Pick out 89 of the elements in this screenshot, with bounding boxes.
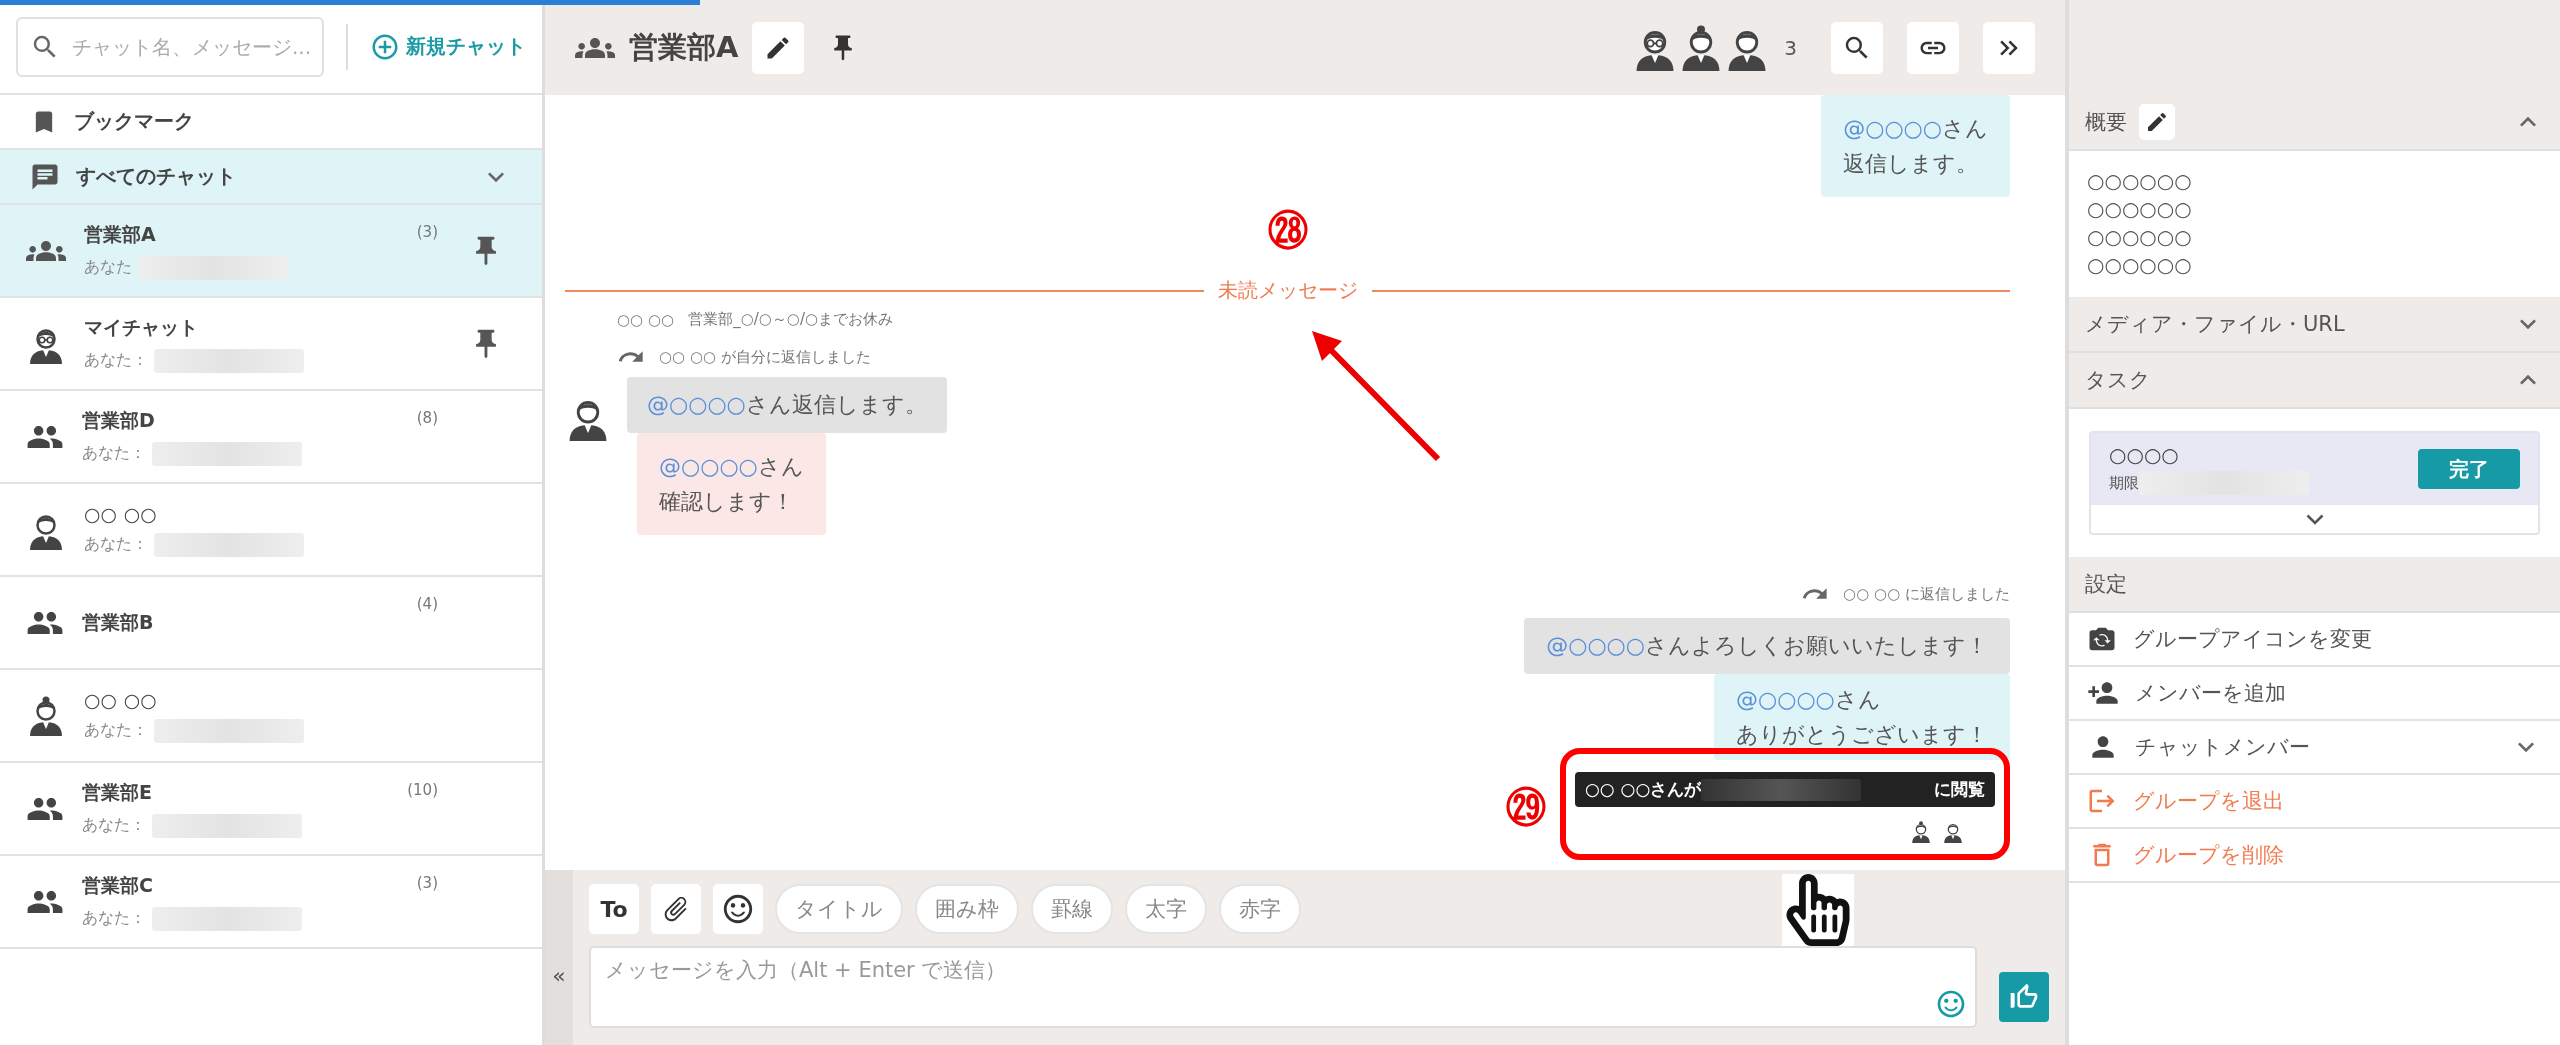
section-title: メディア・ファイル・URL xyxy=(2085,311,2345,338)
member-count: 3 xyxy=(1784,35,1797,60)
nav-label: ブックマーク xyxy=(74,108,195,135)
settings-item[interactable]: メンバーを追加 xyxy=(2069,667,2560,721)
search-button[interactable] xyxy=(1831,21,1883,74)
unread-divider-label: 未読メッセージ xyxy=(1217,277,1358,305)
chat-preview: あなた xyxy=(84,257,132,278)
settings-label: グループを退出 xyxy=(2133,789,2284,813)
all-chats-row[interactable]: すべてのチャット xyxy=(0,150,542,205)
reply-note: ○○ ○○ に返信しました xyxy=(1843,584,2010,604)
chevron-down-icon[interactable] xyxy=(2305,513,2324,525)
unread-count: (4) xyxy=(415,595,438,613)
chat-preview: あなた： xyxy=(84,350,148,371)
collapse-panel-button[interactable] xyxy=(1983,21,2035,74)
pencil-icon xyxy=(2145,110,2169,134)
collapse-sidebar-button[interactable]: « xyxy=(545,870,573,1045)
reply-note: ○○ ○○ が自分に返信しました xyxy=(659,347,871,367)
section-header[interactable]: 設定 xyxy=(2069,557,2560,613)
message-text: @○○○○さん xyxy=(659,453,804,479)
chat-name: 営業部A xyxy=(84,221,157,247)
message-text: 返信します。 xyxy=(1843,151,1979,177)
format-button[interactable]: 罫線 xyxy=(1031,884,1113,934)
section-header[interactable]: タスク xyxy=(2069,353,2560,409)
edit-button[interactable] xyxy=(2139,104,2175,140)
nav-label: すべてのチャット xyxy=(76,163,237,190)
reader-avatar xyxy=(1910,821,1932,843)
mention-button[interactable]: To xyxy=(589,884,639,934)
step-number: ㉘ xyxy=(1267,211,1308,252)
edit-button[interactable] xyxy=(752,21,805,74)
emoji-icon[interactable] xyxy=(1935,988,1967,1020)
chat-name: ○○ ○○ xyxy=(84,502,158,525)
summary-line: ○○○○○○ xyxy=(2087,169,2193,193)
thumbs-up-button[interactable] xyxy=(1999,972,2049,1022)
chat-name: ○○ ○○ xyxy=(84,688,158,711)
step-number: ㉙ xyxy=(1506,788,1546,828)
chat-title: 営業部A xyxy=(629,28,739,66)
attach-button[interactable] xyxy=(651,884,701,934)
section-title: 概要 xyxy=(2085,109,2127,136)
quoted-text: @○○○○さんよろしくお願いいたします！ xyxy=(1546,633,1988,659)
task-title: ○○○○ xyxy=(2109,443,2180,467)
settings-label: グループアイコンを変更 xyxy=(2133,627,2372,651)
format-button[interactable]: タイトル xyxy=(775,884,903,934)
chat-name: 営業部B xyxy=(82,609,155,635)
unread-count: (8) xyxy=(415,409,438,427)
settings-item[interactable]: グループアイコンを変更 xyxy=(2069,613,2560,667)
smiley-icon xyxy=(721,892,755,926)
chat-preview: あなた： xyxy=(82,908,146,929)
message-text: @○○○○さん xyxy=(1843,116,1988,141)
message-text: ありがとうございます！ xyxy=(1736,721,1988,747)
chat-name: 営業部C xyxy=(82,872,154,898)
section-header[interactable]: 概要 xyxy=(2069,95,2560,151)
chat-list-item[interactable]: 営業部A あなた (3) xyxy=(0,205,542,298)
message-text: 確認します！ xyxy=(659,488,794,514)
summary-line: ○○○○○○ xyxy=(2087,253,2193,277)
chat-preview: あなた： xyxy=(82,815,146,836)
chat-name: 営業部E xyxy=(82,779,153,805)
summary-line: ○○○○○○ xyxy=(2087,197,2193,221)
reader-avatar xyxy=(1942,821,1964,843)
message-input[interactable]: メッセージを入力（Alt + Enter で送信） xyxy=(589,946,1977,1028)
unread-count: (3) xyxy=(415,874,438,892)
hand-cursor-icon xyxy=(1782,874,1854,946)
chat-name: 営業部D xyxy=(82,407,156,433)
sender-name: ○○ ○○ xyxy=(617,310,675,329)
chat-preview: あなた： xyxy=(84,534,148,555)
chat-preview: あなた： xyxy=(84,720,148,741)
chat-preview: あなた： xyxy=(82,443,146,464)
section-title: タスク xyxy=(2085,367,2151,394)
section-title: 設定 xyxy=(2085,571,2127,598)
chat-name: マイチャット xyxy=(84,314,199,340)
search-field[interactable]: チャット名、メッセージ... xyxy=(16,16,324,77)
settings-label: グループを削除 xyxy=(2133,843,2284,867)
unread-count: (10) xyxy=(406,781,438,799)
emoji-button[interactable] xyxy=(713,884,763,934)
tooltip-text: ○○ ○○さんが xyxy=(1585,778,1702,801)
quoted-text: @○○○○さん返信します。 xyxy=(647,392,927,418)
unread-count: (3) xyxy=(415,223,438,241)
settings-item[interactable]: チャットメンバー xyxy=(2069,721,2560,775)
message-text: @○○○○さん xyxy=(1736,686,1881,712)
format-button[interactable]: 太字 xyxy=(1125,884,1207,934)
format-button[interactable]: 赤字 xyxy=(1219,884,1301,934)
settings-label: チャットメンバー xyxy=(2135,735,2310,759)
format-button[interactable]: 囲み枠 xyxy=(915,884,1019,934)
tooltip-text: に閲覧 xyxy=(1934,778,1985,801)
link-button[interactable] xyxy=(1907,21,1959,74)
summary-line: ○○○○○○ xyxy=(2087,225,2193,249)
due-label: 期限 xyxy=(2109,473,2139,493)
section-header[interactable]: メディア・ファイル・URL xyxy=(2069,297,2560,353)
settings-label: メンバーを追加 xyxy=(2135,681,2286,705)
sender-status: 営業部_○/○～○/○までお休み xyxy=(688,310,894,330)
